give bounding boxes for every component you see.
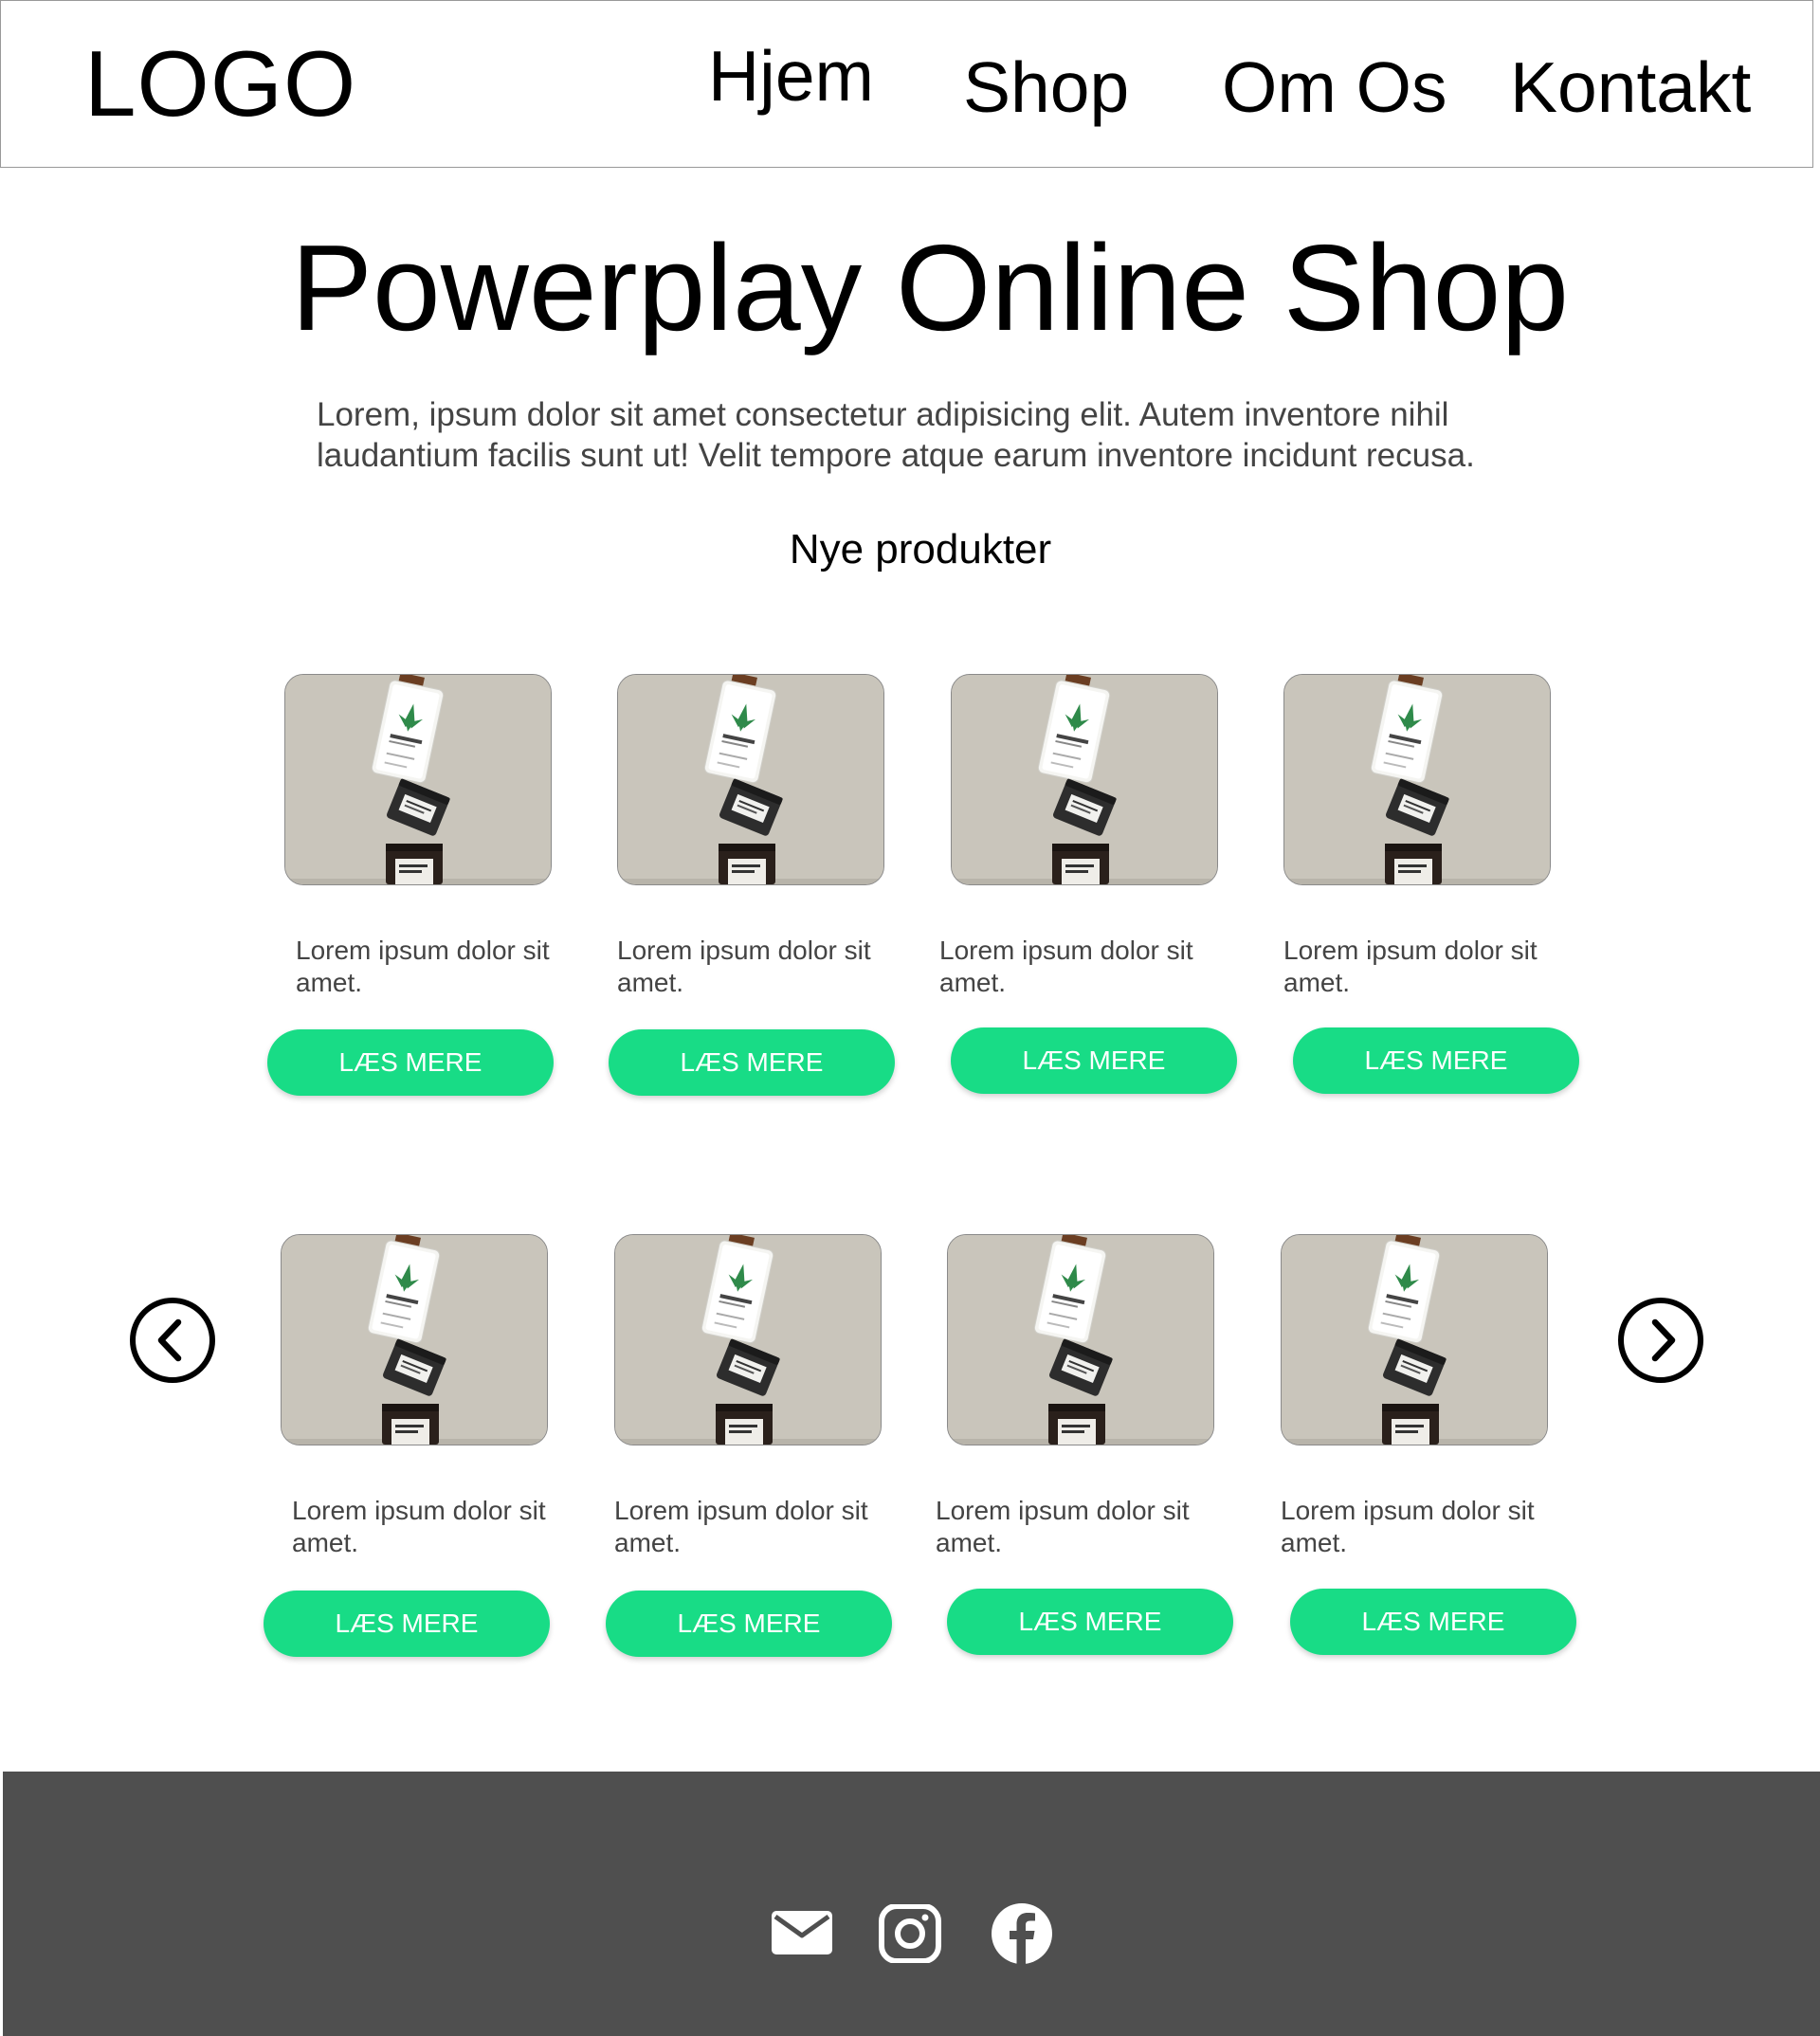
- product-illustration: [1282, 1235, 1547, 1445]
- product-description: Lorem ipsum dolor sit amet.: [936, 1496, 1190, 1557]
- read-more-button[interactable]: LÆS MERE: [264, 1591, 550, 1657]
- section-title: Nye produkter: [789, 526, 1052, 573]
- mail-link[interactable]: [770, 1909, 834, 1961]
- product-image[interactable]: [947, 1234, 1214, 1445]
- product-description: Lorem ipsum dolor sit amet.: [617, 936, 871, 997]
- read-more-button[interactable]: LÆS MERE: [606, 1591, 892, 1657]
- product-illustration: [952, 675, 1217, 884]
- nav-item-shop[interactable]: Shop: [963, 52, 1129, 123]
- product-description: Lorem ipsum dolor sit amet.: [939, 936, 1193, 997]
- read-more-button[interactable]: LÆS MERE: [609, 1029, 895, 1096]
- product-illustration: [285, 675, 551, 884]
- product-image[interactable]: [614, 1234, 882, 1445]
- facebook-link[interactable]: [987, 1903, 1057, 1969]
- nav-item-om-os[interactable]: Om Os: [1222, 52, 1447, 123]
- product-illustration: [948, 1235, 1213, 1445]
- product-description: Lorem ipsum dolor sit amet.: [1281, 1496, 1535, 1557]
- product-illustration: [282, 1235, 547, 1445]
- read-more-button[interactable]: LÆS MERE: [1293, 1027, 1579, 1094]
- carousel-next-button[interactable]: [1618, 1298, 1703, 1383]
- product-illustration: [618, 675, 883, 884]
- instagram-link[interactable]: [878, 1903, 942, 1968]
- carousel-prev-button[interactable]: [130, 1298, 215, 1383]
- page-title: Powerplay Online Shop: [290, 220, 1570, 356]
- read-more-button[interactable]: LÆS MERE: [267, 1029, 554, 1096]
- product-illustration: [1284, 675, 1550, 884]
- product-image[interactable]: [1283, 674, 1551, 885]
- chevron-right-icon: [1651, 1318, 1676, 1362]
- product-image[interactable]: [281, 1234, 548, 1445]
- read-more-button[interactable]: LÆS MERE: [951, 1027, 1237, 1094]
- instagram-icon: [879, 1903, 941, 1964]
- product-description: Lorem ipsum dolor sit amet.: [296, 936, 550, 997]
- site-header: LOGO Hjem Shop Om Os Kontakt: [0, 0, 1813, 168]
- chevron-left-icon: [157, 1318, 182, 1362]
- product-image[interactable]: [951, 674, 1218, 885]
- product-image[interactable]: [617, 674, 884, 885]
- product-description: Lorem ipsum dolor sit amet.: [292, 1496, 546, 1557]
- nav-item-hjem[interactable]: Hjem: [708, 41, 874, 112]
- logo[interactable]: LOGO: [84, 37, 356, 130]
- facebook-icon: [992, 1903, 1052, 1964]
- read-more-button[interactable]: LÆS MERE: [947, 1589, 1233, 1655]
- nav-item-kontakt[interactable]: Kontakt: [1510, 52, 1751, 123]
- hero-description: Lorem, ipsum dolor sit amet consectetur …: [317, 396, 1475, 474]
- product-description: Lorem ipsum dolor sit amet.: [614, 1496, 868, 1557]
- product-illustration: [615, 1235, 881, 1445]
- product-image[interactable]: [1281, 1234, 1548, 1445]
- mail-icon: [772, 1911, 832, 1954]
- read-more-button[interactable]: LÆS MERE: [1290, 1589, 1576, 1655]
- product-image[interactable]: [284, 674, 552, 885]
- product-description: Lorem ipsum dolor sit amet.: [1283, 936, 1538, 997]
- site-footer: [3, 1772, 1820, 2036]
